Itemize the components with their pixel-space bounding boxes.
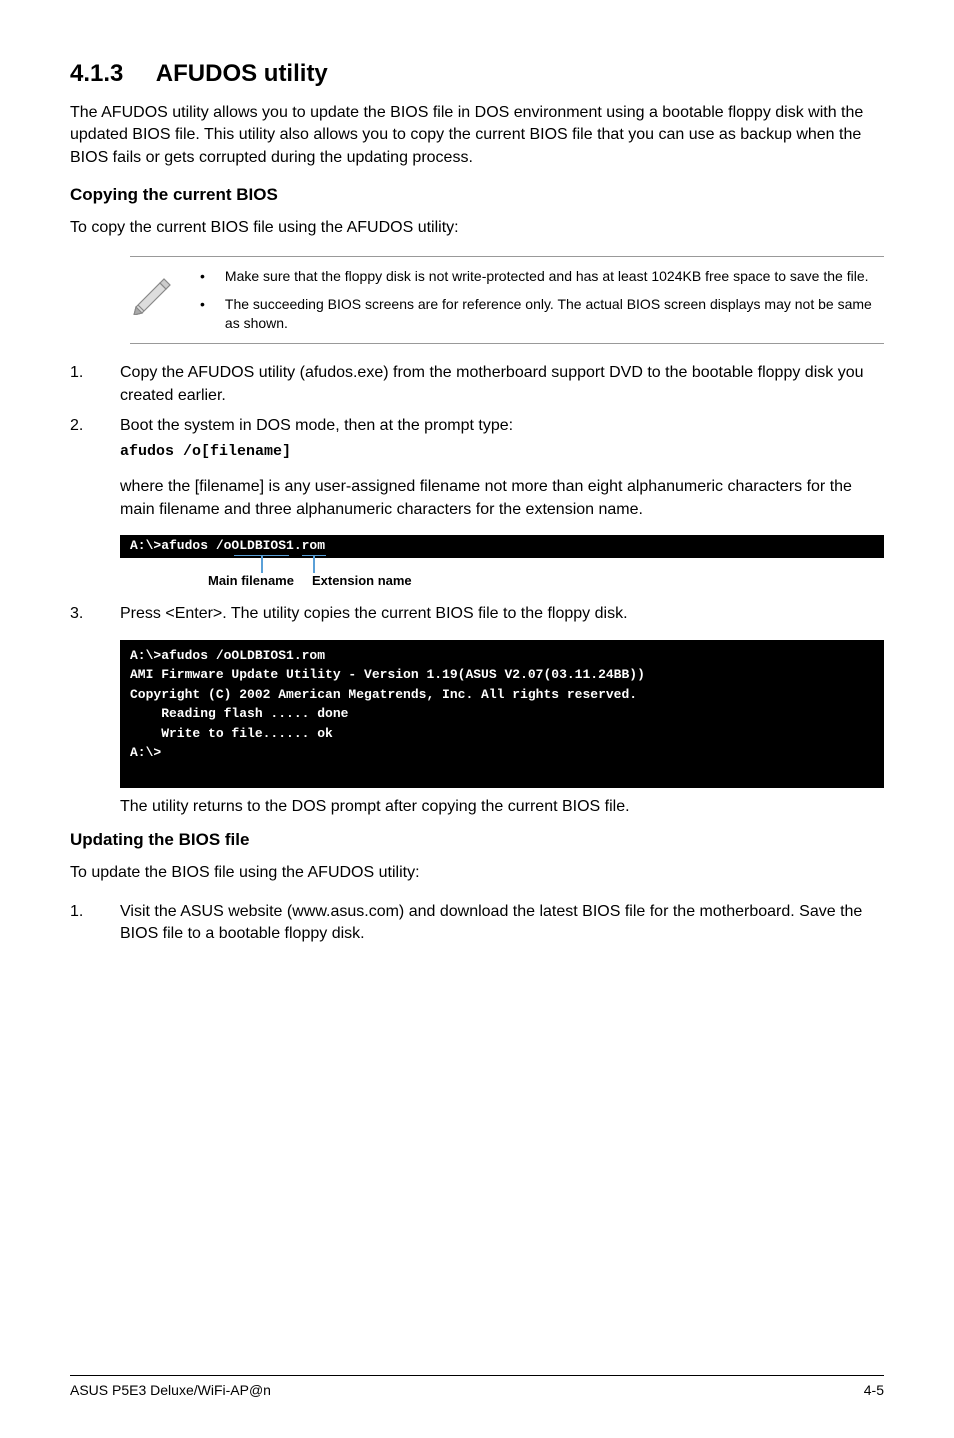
bullet-icon: • [200, 295, 205, 333]
footer-page-number: 4-5 [864, 1382, 884, 1398]
note-text: The succeeding BIOS screens are for refe… [225, 295, 884, 333]
step-number: 2. [70, 415, 90, 521]
page-footer: ASUS P5E3 Deluxe/WiFi-AP@n 4-5 [70, 1375, 884, 1398]
list-item: 1. Copy the AFUDOS utility (afudos.exe) … [70, 362, 884, 407]
code-command: afudos /o[filename] [120, 441, 884, 462]
step-body: Boot the system in DOS mode, then at the… [120, 415, 884, 521]
list-item: 2. Boot the system in DOS mode, then at … [70, 415, 884, 521]
list-item: 3. Press <Enter>. The utility copies the… [70, 603, 884, 625]
step-number: 1. [70, 901, 90, 946]
numbered-list: 1. Copy the AFUDOS utility (afudos.exe) … [70, 362, 884, 521]
step-after-text: where the [filename] is any user-assigne… [120, 476, 884, 521]
main-filename-label: Main filename [208, 573, 294, 588]
updating-heading: Updating the BIOS file [70, 830, 884, 850]
note-text: Make sure that the floppy disk is not wr… [225, 267, 869, 286]
step-body: Copy the AFUDOS utility (afudos.exe) fro… [120, 362, 884, 407]
section-title: AFUDOS utility [156, 60, 328, 87]
intro-paragraph: The AFUDOS utility allows you to update … [70, 102, 884, 169]
extension-name-label: Extension name [312, 573, 412, 588]
step-number: 3. [70, 603, 90, 625]
numbered-list: 1. Visit the ASUS website (www.asus.com)… [70, 901, 884, 946]
pencil-note-icon [130, 267, 180, 334]
step-body: Press <Enter>. The utility copies the cu… [120, 603, 884, 625]
callout-labels: Main filename Extension name [208, 573, 412, 588]
terminal-output: A:\>afudos /oOLDBIOS1.rom AMI Firmware U… [120, 640, 884, 789]
note-item: • Make sure that the floppy disk is not … [200, 267, 884, 286]
numbered-list: 3. Press <Enter>. The utility copies the… [70, 603, 884, 625]
callout-lines-icon [234, 555, 364, 575]
copying-lead: To copy the current BIOS file using the … [70, 217, 884, 239]
return-text: The utility returns to the DOS prompt af… [120, 796, 884, 818]
filename-callout: A:\>afudos /oOLDBIOS1.rom Main filename … [120, 535, 884, 593]
section-number: 4.1.3 [70, 60, 150, 88]
step-text: Boot the system in DOS mode, then at the… [120, 417, 513, 434]
bullet-icon: • [200, 267, 205, 286]
step-body: Visit the ASUS website (www.asus.com) an… [120, 901, 884, 946]
note-items: • Make sure that the floppy disk is not … [200, 267, 884, 334]
step-number: 1. [70, 362, 90, 407]
updating-lead: To update the BIOS file using the AFUDOS… [70, 862, 884, 884]
copying-heading: Copying the current BIOS [70, 185, 884, 205]
note-item: • The succeeding BIOS screens are for re… [200, 295, 884, 333]
footer-product: ASUS P5E3 Deluxe/WiFi-AP@n [70, 1382, 271, 1398]
list-item: 1. Visit the ASUS website (www.asus.com)… [70, 901, 884, 946]
section-heading: 4.1.3 AFUDOS utility [70, 60, 884, 88]
note-block: • Make sure that the floppy disk is not … [130, 256, 884, 345]
